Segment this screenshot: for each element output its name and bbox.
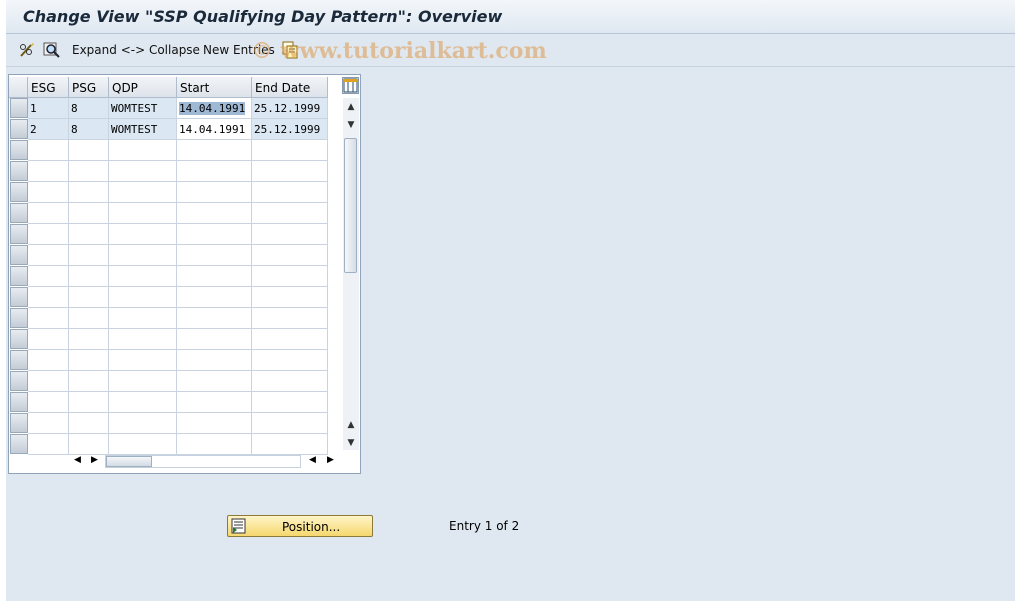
cell-psg: 8 [69,119,109,140]
row-selector[interactable] [10,287,28,307]
hscroll-track[interactable] [105,455,301,468]
row-selector[interactable] [10,140,28,160]
row-selector[interactable] [10,434,28,454]
scroll-page-up-icon[interactable]: ▲ [346,102,356,112]
vertical-scrollbar[interactable]: ▲ ▼ ▲ ▼ [343,98,359,450]
watermark: © www.tutorialkart.com [251,38,547,64]
scroll-right-end-icon[interactable]: ▶ [327,455,334,465]
position-icon [231,518,246,534]
expand-collapse-button[interactable]: Expand <-> Collapse [72,43,200,57]
empty-table-row [28,287,328,308]
empty-table-row [28,413,328,434]
table-settings-icon[interactable] [342,77,359,94]
row-selector[interactable] [10,203,28,223]
cell-esg: 2 [28,119,69,140]
cell-start-input[interactable]: 14.04.1991 [177,98,252,119]
empty-table-row [28,329,328,350]
scroll-thumb[interactable] [344,138,357,273]
cell-end-date: 25.12.1999 [252,119,328,140]
scroll-right-icon[interactable]: ▶ [91,455,98,465]
entry-counter: Entry 1 of 2 [449,519,520,533]
cell-qdp: WOMTEST [109,98,177,119]
empty-table-row [28,371,328,392]
empty-table-row [28,245,328,266]
scroll-up-icon[interactable]: ▼ [346,120,356,130]
column-header-end-date[interactable]: End Date [252,77,328,98]
column-header-esg[interactable]: ESG [28,77,69,98]
row-selector[interactable] [10,98,28,118]
table-header: ESG PSG QDP Start End Date [9,75,360,98]
row-selector[interactable] [10,161,28,181]
table-control: ESG PSG QDP Start End Date 1 8 WOMTEST 1… [8,74,361,474]
empty-table-row [28,308,328,329]
cell-esg: 1 [28,98,69,119]
row-selector[interactable] [10,182,28,202]
left-edge [0,0,6,601]
hscroll-thumb[interactable] [106,456,152,467]
column-header-qdp[interactable]: QDP [109,77,177,98]
scroll-left-icon[interactable]: ◀ [74,455,81,465]
empty-table-row [28,434,328,455]
row-selector[interactable] [10,329,28,349]
scroll-down-icon[interactable]: ▲ [346,420,356,430]
find-icon[interactable] [43,41,61,59]
row-selector[interactable] [10,392,28,412]
cell-end-date: 25.12.1999 [252,98,328,119]
pencil-glasses-icon[interactable] [18,41,36,59]
title-bar: Change View "SSP Qualifying Day Pattern"… [6,0,1015,34]
row-selector[interactable] [10,413,28,433]
cell-start-input[interactable]: 14.04.1991 [177,119,252,140]
row-selector[interactable] [10,266,28,286]
empty-table-row [28,182,328,203]
table-row: 1 8 WOMTEST 14.04.1991 25.12.1999 [28,98,328,119]
table-row: 2 8 WOMTEST 14.04.1991 25.12.1999 [28,119,328,140]
column-header-psg[interactable]: PSG [69,77,109,98]
cell-start-value: 14.04.1991 [179,102,246,115]
select-all-corner[interactable] [9,77,28,98]
scroll-page-down-icon[interactable]: ▼ [346,438,356,448]
scroll-left-end-icon[interactable]: ◀ [309,455,316,465]
empty-table-row [28,203,328,224]
column-header-start[interactable]: Start [177,77,252,98]
position-button-label: Position... [282,520,341,534]
row-selector[interactable] [10,371,28,391]
empty-table-row [28,161,328,182]
cell-psg: 8 [69,98,109,119]
empty-table-row [28,224,328,245]
cell-qdp: WOMTEST [109,119,177,140]
position-button[interactable]: Position... [227,515,373,537]
row-selector[interactable] [10,308,28,328]
empty-table-row [28,392,328,413]
page-title: Change View "SSP Qualifying Day Pattern"… [23,7,503,26]
empty-table-row [28,266,328,287]
row-selector[interactable] [10,224,28,244]
empty-table-row [28,140,328,161]
row-selector[interactable] [10,119,28,139]
row-selector[interactable] [10,350,28,370]
empty-table-row [28,350,328,371]
horizontal-scrollbar[interactable]: ◀ ▶ ◀ ▶ [69,453,339,471]
row-selector[interactable] [10,245,28,265]
